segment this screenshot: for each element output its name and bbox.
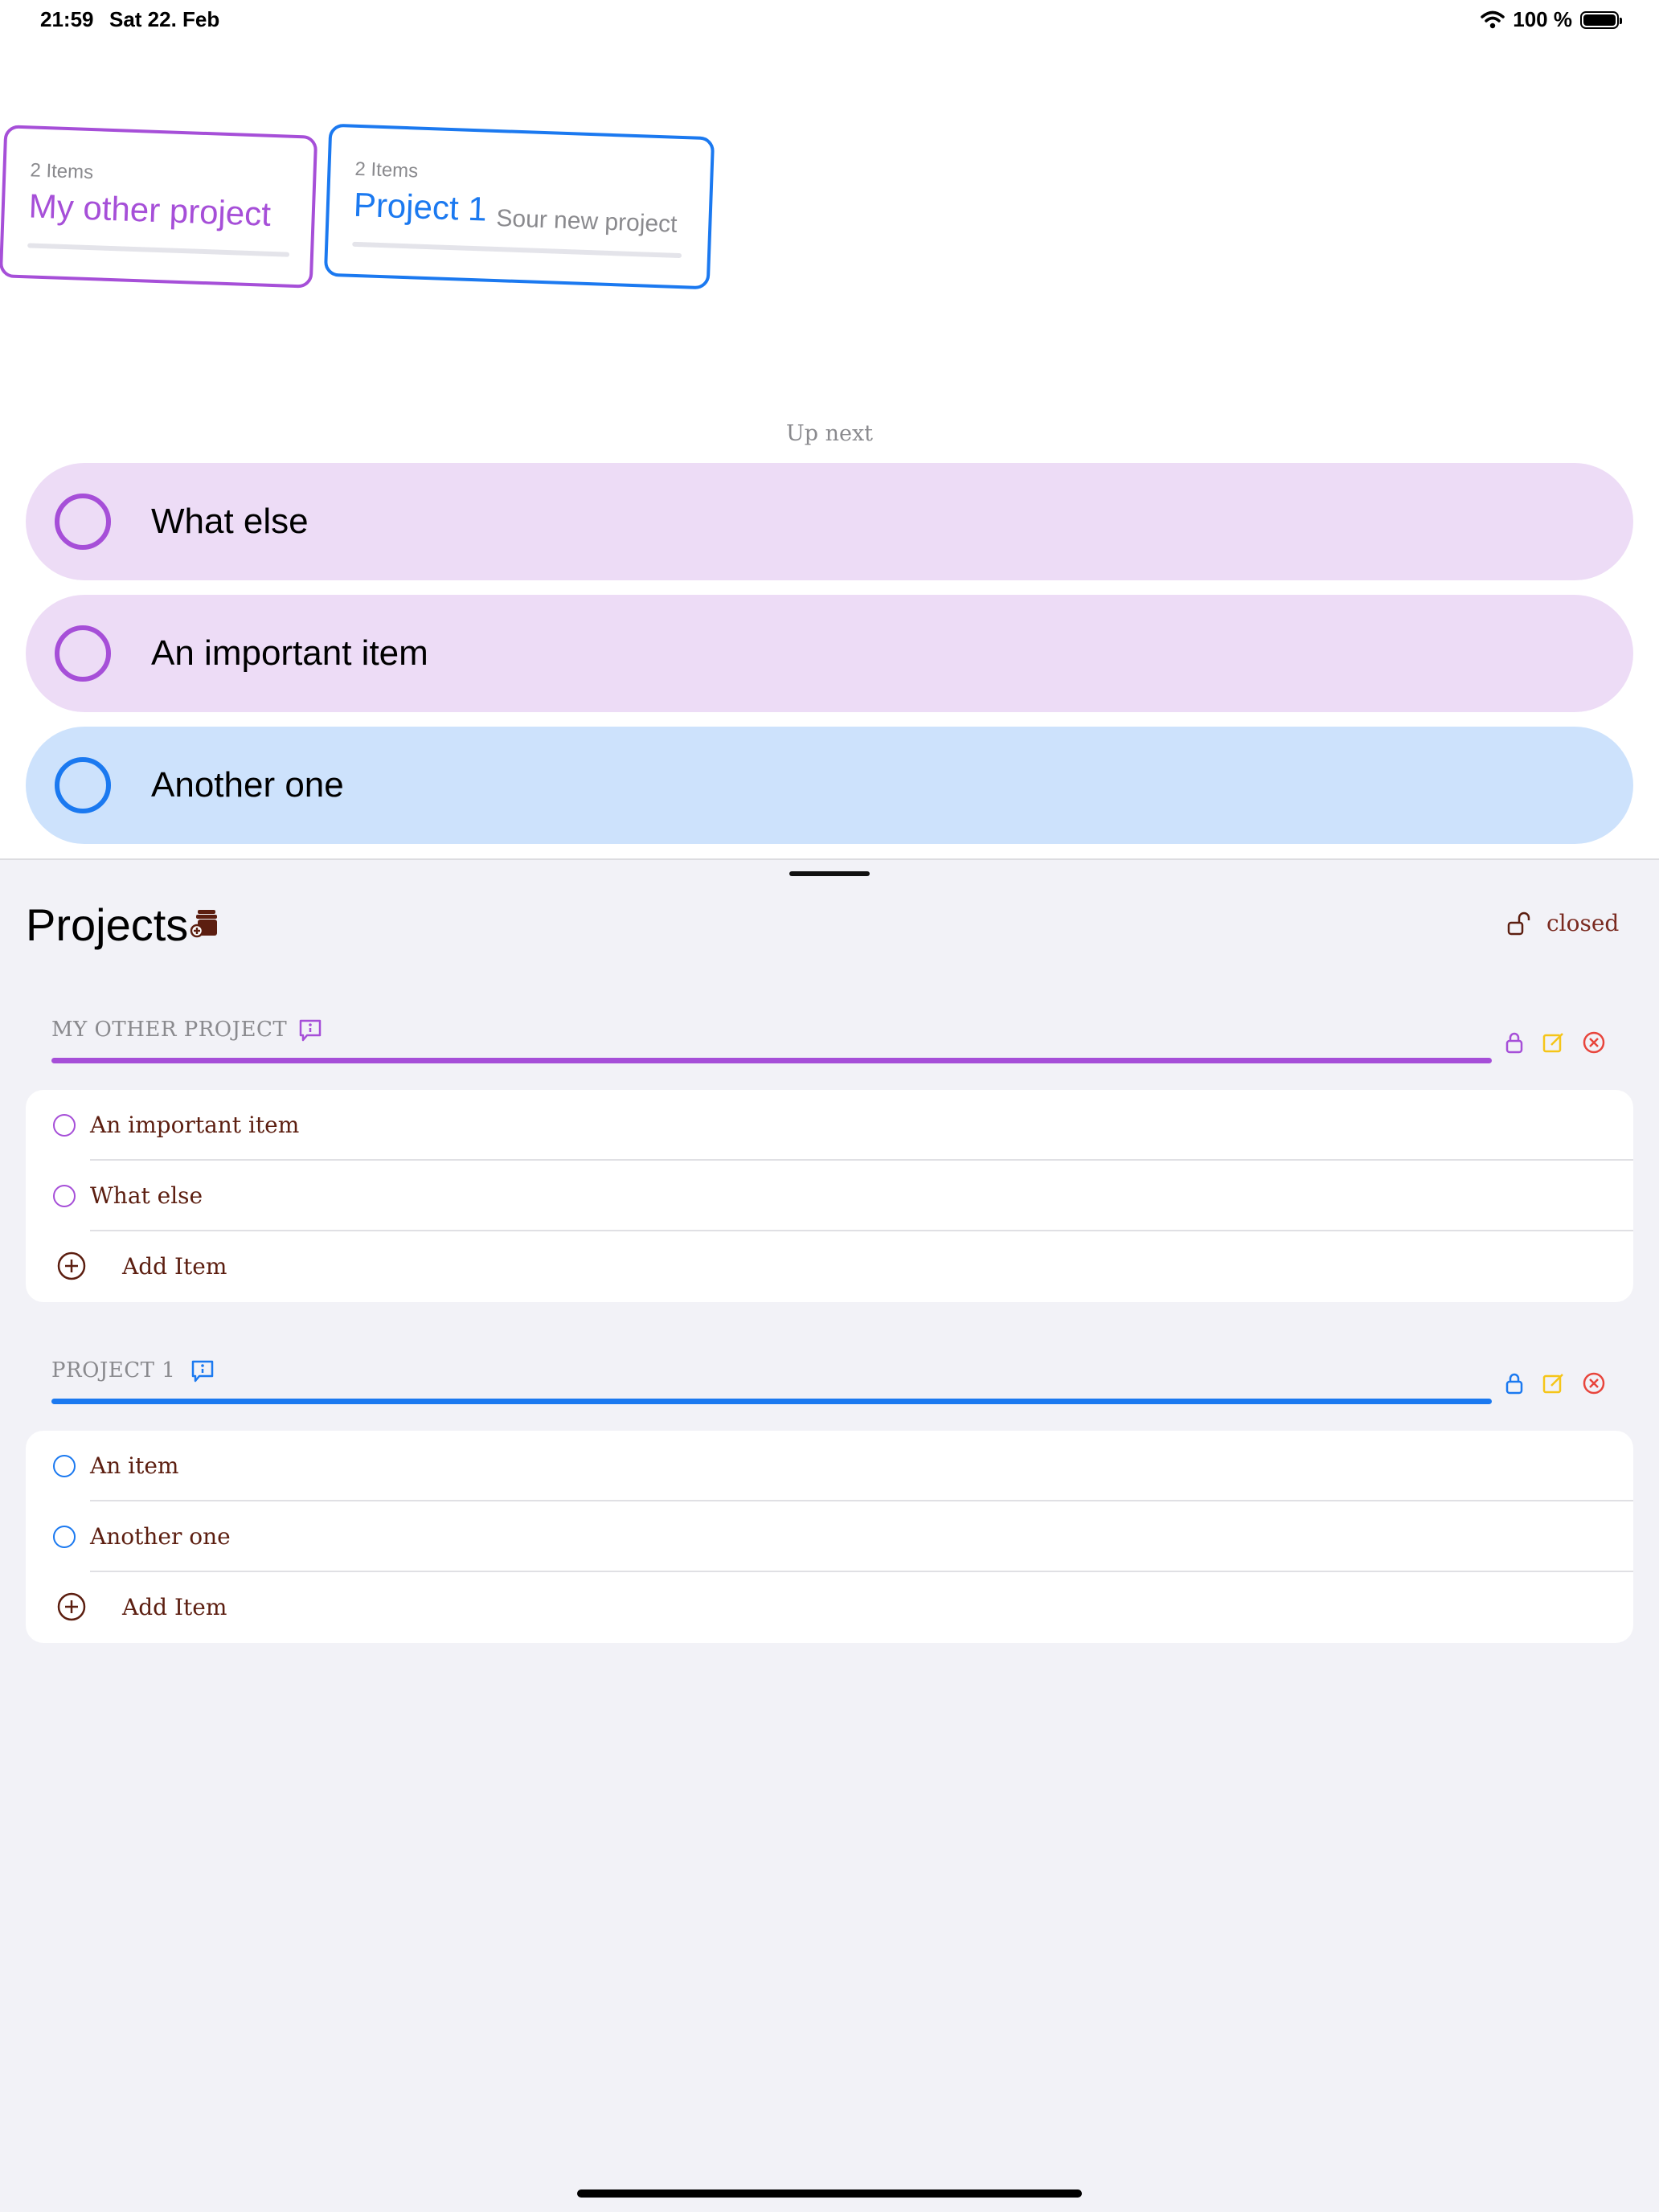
card-item-count: 2 Items [30, 159, 94, 184]
checkbox-circle-icon[interactable] [53, 1526, 76, 1548]
up-next-item[interactable]: Another one [26, 727, 1633, 844]
project-items-list: An item Another one Add Item [26, 1431, 1633, 1643]
sheet-grabber[interactable] [789, 871, 870, 876]
home-indicator [577, 2189, 1082, 2198]
up-next-item-text: What else [151, 502, 309, 541]
card-progress-track [27, 243, 290, 257]
lock-icon[interactable] [1503, 1030, 1526, 1055]
lock-toggle[interactable]: closed [1506, 910, 1619, 936]
battery-icon [1580, 10, 1622, 29]
list-item[interactable]: What else [26, 1161, 1633, 1231]
card-title: Project 1 [353, 185, 488, 228]
edit-icon[interactable] [1542, 1030, 1566, 1055]
up-next-item[interactable]: An important item [26, 595, 1633, 712]
section-header-my-other-project: MY OTHER PROJECT [51, 1018, 288, 1042]
project-card-project-1[interactable]: 2 Items Project 1 Sour new project [323, 123, 715, 290]
checkbox-circle-icon[interactable] [55, 494, 111, 550]
project-items-list: An important item What else Add Item [26, 1090, 1633, 1302]
list-item[interactable]: An item [26, 1431, 1633, 1501]
item-text: An important item [90, 1112, 300, 1138]
plus-circle-icon [56, 1591, 87, 1626]
up-next-item-text: Another one [151, 765, 344, 805]
up-next-label: Up next [785, 421, 874, 446]
item-text: What else [90, 1182, 203, 1209]
add-item-label: Add Item [122, 1253, 227, 1280]
wifi-icon [1481, 10, 1505, 28]
section-header-project-1: PROJECT 1 [51, 1358, 176, 1382]
status-bar: 21:59 Sat 22. Feb 100 % [0, 0, 1659, 39]
list-item[interactable]: Another one [26, 1501, 1633, 1572]
card-progress-track [352, 241, 682, 259]
plus-circle-icon [56, 1251, 87, 1285]
unlock-icon [1507, 911, 1530, 935]
checkbox-circle-icon[interactable] [53, 1185, 76, 1207]
page-title: Projects [26, 899, 189, 950]
edit-icon[interactable] [1542, 1371, 1566, 1395]
sheet-divider [0, 858, 1659, 860]
list-item[interactable]: An important item [26, 1090, 1633, 1161]
section-color-bar [51, 1399, 1492, 1404]
card-item-count: 2 Items [354, 158, 419, 182]
section-actions [1503, 1030, 1606, 1055]
checkbox-circle-icon[interactable] [53, 1114, 76, 1137]
checkbox-circle-icon[interactable] [53, 1455, 76, 1477]
up-next-item-text: An important item [151, 633, 428, 673]
add-item-row[interactable]: Add Item [26, 1231, 1633, 1302]
lock-label: closed [1546, 910, 1620, 936]
section-actions [1503, 1371, 1606, 1395]
card-title: My other project [28, 186, 272, 233]
add-item-label: Add Item [122, 1594, 227, 1620]
section-color-bar [51, 1058, 1492, 1063]
item-text: Another one [90, 1523, 231, 1550]
info-bubble-icon[interactable] [297, 1018, 323, 1047]
delete-icon[interactable] [1582, 1030, 1606, 1055]
status-right: 100 % [1481, 7, 1622, 32]
add-item-row[interactable]: Add Item [26, 1572, 1633, 1643]
status-time: 21:59 [40, 7, 94, 31]
status-date: Sat 22. Feb [109, 7, 220, 31]
lock-icon[interactable] [1503, 1371, 1526, 1395]
archive-add-icon[interactable] [190, 907, 225, 943]
checkbox-circle-icon[interactable] [55, 625, 111, 682]
delete-icon[interactable] [1582, 1371, 1606, 1395]
battery-percent: 100 % [1513, 7, 1572, 31]
project-card-my-other-project[interactable]: 2 Items My other project [0, 125, 318, 289]
card-subtitle: Sour new project [495, 205, 678, 238]
checkbox-circle-icon[interactable] [55, 757, 111, 813]
item-text: An item [90, 1452, 179, 1479]
info-bubble-icon[interactable] [190, 1358, 215, 1388]
up-next-item[interactable]: What else [26, 463, 1633, 580]
